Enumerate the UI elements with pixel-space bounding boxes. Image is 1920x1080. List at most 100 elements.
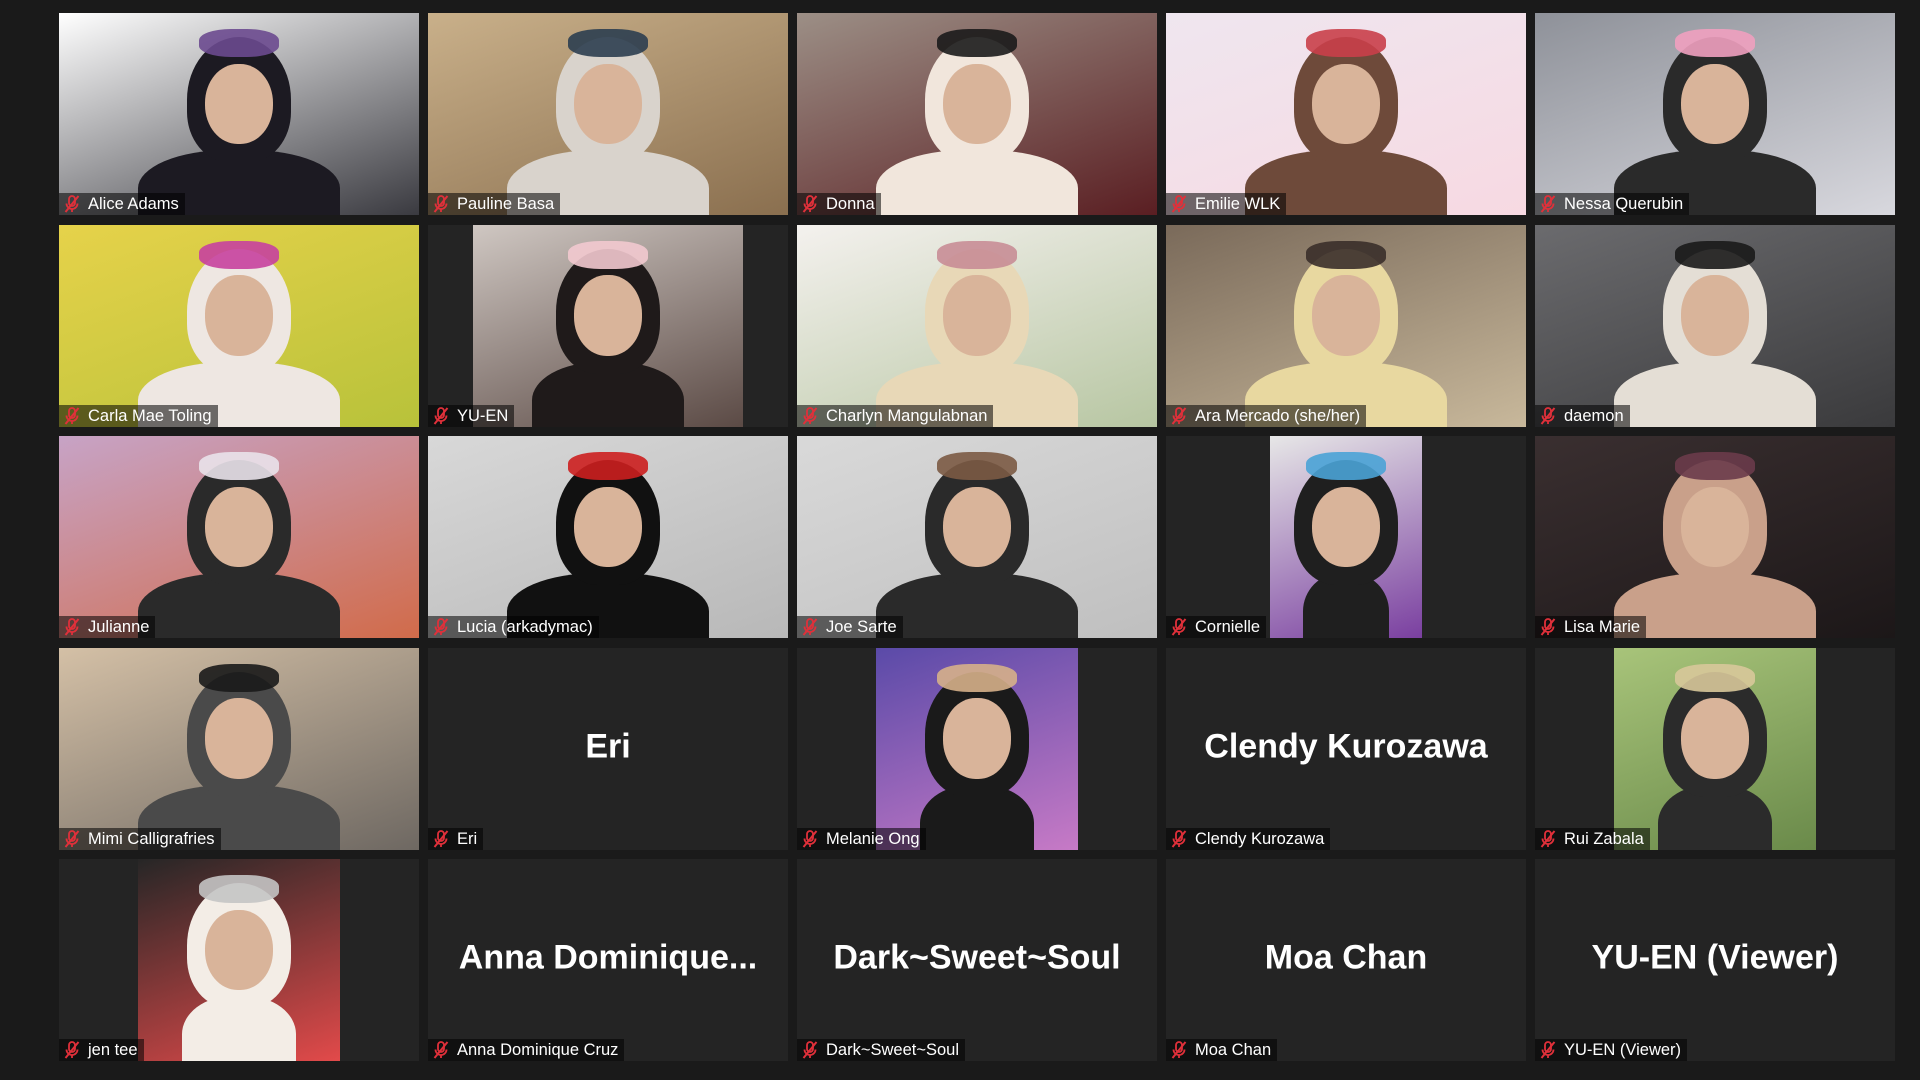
participant-nameplate: Alice Adams bbox=[59, 193, 185, 215]
participant-name-label: Moa Chan bbox=[1195, 1041, 1272, 1059]
video-feed bbox=[428, 436, 788, 638]
microphone-muted-icon bbox=[64, 195, 80, 213]
participant-tile-rui-zabala[interactable]: Rui Zabala bbox=[1535, 647, 1895, 850]
microphone-muted-icon bbox=[1171, 406, 1187, 425]
microphone-muted-icon bbox=[64, 618, 80, 636]
costume-accessory bbox=[568, 452, 648, 481]
participant-name-label: daemon bbox=[1564, 406, 1624, 425]
microphone-muted-icon bbox=[433, 195, 449, 213]
participant-name-label: jen tee bbox=[88, 1041, 138, 1059]
participant-nameplate: Cornielle bbox=[1166, 616, 1267, 638]
video-scene bbox=[59, 224, 419, 427]
participant-tile-charlyn-mangulabnan[interactable]: Charlyn Mangulabnan bbox=[797, 224, 1157, 427]
participant-tile-donna[interactable]: Donna bbox=[797, 13, 1157, 215]
video-feed bbox=[59, 13, 419, 215]
participant-gallery: Alice Adams Pauline Basa Donna Emilie WLK Ne… bbox=[59, 13, 1895, 1061]
avatar-name-text: YU-EN (Viewer) bbox=[1591, 938, 1839, 977]
video-scene bbox=[797, 13, 1157, 215]
person-face bbox=[205, 486, 273, 568]
participant-tile-clendy-kurozawa[interactable]: Clendy Kurozawa Clendy Kurozawa bbox=[1166, 647, 1526, 850]
person-face bbox=[205, 63, 273, 145]
participant-nameplate: Eri bbox=[428, 827, 484, 850]
person-face bbox=[205, 275, 273, 356]
participant-name-label: Pauline Basa bbox=[457, 195, 555, 213]
video-feed bbox=[138, 859, 340, 1061]
person-face bbox=[205, 909, 273, 991]
participant-tile-daemon[interactable]: daemon bbox=[1535, 224, 1895, 427]
costume-accessory bbox=[1675, 240, 1755, 269]
video-scene bbox=[428, 436, 788, 638]
microphone-muted-icon bbox=[1540, 618, 1556, 636]
participant-nameplate: YU-EN bbox=[428, 404, 515, 427]
participant-name-label: Cornielle bbox=[1195, 618, 1261, 636]
participant-tile-pauline-basa[interactable]: Pauline Basa bbox=[428, 13, 788, 215]
participant-tile-yu-en-viewer[interactable]: YU-EN (Viewer) YU-EN (Viewer) bbox=[1535, 859, 1895, 1061]
participant-tile-dark-sweet-soul[interactable]: Dark~Sweet~Soul Dark~Sweet~Soul bbox=[797, 859, 1157, 1061]
video-feed bbox=[1166, 13, 1526, 215]
costume-accessory bbox=[568, 29, 648, 58]
costume-accessory bbox=[1675, 663, 1755, 692]
participant-tile-eri[interactable]: Eri Eri bbox=[428, 647, 788, 850]
video-feed bbox=[1270, 436, 1422, 638]
participant-nameplate: Anna Dominique Cruz bbox=[428, 1039, 625, 1061]
participant-name-label: Ara Mercado (she/her) bbox=[1195, 406, 1361, 425]
costume-accessory bbox=[199, 452, 279, 481]
participant-name-label: Eri bbox=[457, 829, 478, 848]
participant-nameplate: Ara Mercado (she/her) bbox=[1166, 404, 1367, 427]
microphone-muted-icon bbox=[64, 406, 80, 425]
costume-accessory bbox=[937, 240, 1017, 269]
costume-accessory bbox=[199, 29, 279, 58]
participant-tile-alice-adams[interactable]: Alice Adams bbox=[59, 13, 419, 215]
participant-name-label: Charlyn Mangulabnan bbox=[826, 406, 988, 425]
costume-accessory bbox=[199, 663, 279, 692]
participant-nameplate: Lisa Marie bbox=[1535, 616, 1647, 638]
costume-accessory bbox=[937, 663, 1017, 692]
microphone-muted-icon bbox=[433, 1041, 449, 1059]
participant-tile-mimi-calligrafries[interactable]: Mimi Calligrafries bbox=[59, 647, 419, 850]
participant-nameplate: Donna bbox=[797, 193, 881, 215]
participant-tile-joe-sarte[interactable]: Joe Sarte bbox=[797, 436, 1157, 638]
participant-tile-lisa-marie[interactable]: Lisa Marie bbox=[1535, 436, 1895, 638]
participant-nameplate: Joe Sarte bbox=[797, 616, 903, 638]
video-scene bbox=[1535, 436, 1895, 638]
video-feed bbox=[1614, 647, 1816, 850]
person-face bbox=[574, 275, 642, 356]
microphone-muted-icon bbox=[802, 1041, 818, 1059]
participant-tile-emilie-wlk[interactable]: Emilie WLK bbox=[1166, 13, 1526, 215]
participant-tile-yu-en[interactable]: YU-EN bbox=[428, 224, 788, 427]
participant-nameplate: Charlyn Mangulabnan bbox=[797, 404, 994, 427]
person-face bbox=[1681, 275, 1749, 356]
costume-accessory bbox=[1675, 452, 1755, 481]
participant-nameplate: Nessa Querubin bbox=[1535, 193, 1690, 215]
video-scene bbox=[1614, 647, 1816, 850]
microphone-muted-icon bbox=[1540, 195, 1556, 213]
video-feed bbox=[59, 436, 419, 638]
costume-accessory bbox=[937, 29, 1017, 58]
participant-name-label: Emilie WLK bbox=[1195, 195, 1281, 213]
participant-tile-lucia-arkadymac[interactable]: Lucia (arkadymac) bbox=[428, 436, 788, 638]
participant-nameplate: Pauline Basa bbox=[428, 193, 561, 215]
participant-tile-melanie-ong[interactable]: Melanie Ong bbox=[797, 647, 1157, 850]
video-feed bbox=[797, 13, 1157, 215]
participant-nameplate: jen tee bbox=[59, 1039, 144, 1061]
participant-tile-moa-chan[interactable]: Moa Chan Moa Chan bbox=[1166, 859, 1526, 1061]
participant-name-label: YU-EN (Viewer) bbox=[1564, 1041, 1682, 1059]
participant-tile-carla-mae-toling[interactable]: Carla Mae Toling bbox=[59, 224, 419, 427]
microphone-muted-icon bbox=[433, 406, 449, 425]
participant-tile-cornielle[interactable]: Cornielle bbox=[1166, 436, 1526, 638]
participant-nameplate: Carla Mae Toling bbox=[59, 404, 218, 427]
participant-nameplate: Mimi Calligrafries bbox=[59, 827, 221, 850]
participant-tile-ara-mercado-she-her[interactable]: Ara Mercado (she/her) bbox=[1166, 224, 1526, 427]
participant-tile-jen-tee[interactable]: jen tee bbox=[59, 859, 419, 1061]
participant-tile-nessa-querubin[interactable]: Nessa Querubin bbox=[1535, 13, 1895, 215]
video-feed bbox=[1166, 224, 1526, 427]
costume-accessory bbox=[568, 240, 648, 269]
microphone-muted-icon bbox=[1171, 195, 1187, 213]
microphone-muted-icon bbox=[1171, 829, 1187, 848]
costume-accessory bbox=[1306, 240, 1386, 269]
participant-tile-julianne[interactable]: Julianne bbox=[59, 436, 419, 638]
costume-accessory bbox=[1675, 29, 1755, 58]
microphone-muted-icon bbox=[1540, 1041, 1556, 1059]
video-feed bbox=[59, 224, 419, 427]
participant-tile-anna-dominique-cruz[interactable]: Anna Dominique... Anna Dominique Cruz bbox=[428, 859, 788, 1061]
